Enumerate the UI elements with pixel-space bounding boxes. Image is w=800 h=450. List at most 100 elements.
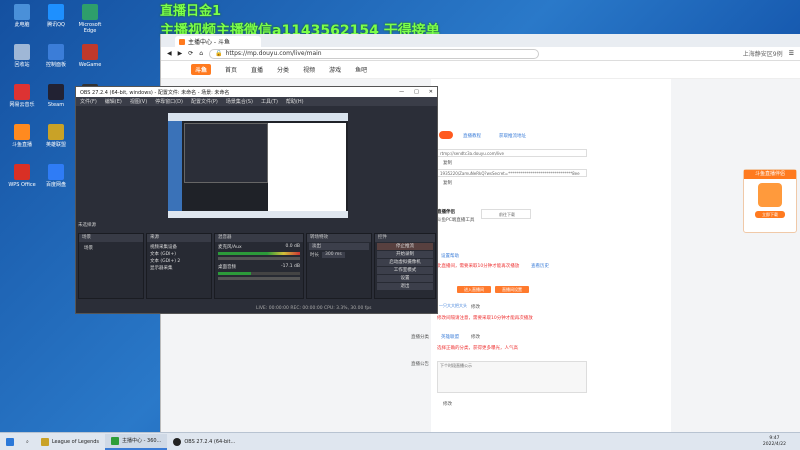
stream-key-field[interactable]: 1935220/ZamuNeRkQ?wsSecret=*************… (437, 169, 587, 177)
desktop-icon[interactable]: 斗鱼直播 (4, 124, 40, 158)
scene-item[interactable]: 场景 (81, 244, 141, 252)
taskbar-app-browser[interactable]: 主播中心 - 360... (105, 433, 168, 450)
menu-scene-collection[interactable]: 场景集合(S) (226, 98, 253, 105)
app-icon (14, 164, 30, 180)
reload-icon[interactable]: ⟳ (188, 50, 193, 57)
obs-preview[interactable] (168, 113, 348, 218)
desktop-icon[interactable]: 控制面板 (38, 44, 74, 78)
studio-mode-button[interactable]: 工作室模式 (377, 267, 433, 274)
modify-notice-button[interactable]: 修改 (443, 401, 452, 407)
maximize-icon[interactable]: □ (414, 89, 419, 95)
enter-room-button[interactable]: 进入直播间 (457, 286, 491, 293)
clock[interactable]: 9:47 2022/4/22 (763, 436, 800, 448)
virtual-camera-button[interactable]: 启动虚拟摄像机 (377, 259, 433, 266)
controls-header: 控件 (375, 234, 435, 242)
taskbar-app-obs[interactable]: OBS 27.2.4 (64-bit... (167, 434, 241, 450)
modify-title-button[interactable]: 修改 (471, 304, 480, 310)
exit-button[interactable]: 退出 (377, 283, 433, 290)
back-icon[interactable]: ◀ (167, 50, 172, 57)
source-item[interactable]: 显示器采集 (150, 265, 208, 272)
source-item[interactable]: 文本 (GDI+) 2 (150, 258, 208, 265)
desktop-icon[interactable]: 腾讯QQ (38, 4, 74, 38)
nav-item[interactable]: 鱼吧 (355, 65, 367, 74)
menu-docks[interactable]: 停靠窗口(D) (155, 98, 183, 105)
app-icon (14, 4, 30, 20)
desktop-icon[interactable]: 英雄联盟 (38, 124, 74, 158)
desktop-icon-label: 英雄联盟 (45, 142, 66, 148)
menu-help[interactable]: 帮助(H) (286, 98, 304, 105)
close-icon[interactable]: ✕ (429, 89, 433, 95)
stream-url-field[interactable]: rtmp://sendtc3a.douyu.com/live (437, 149, 587, 157)
start-button[interactable] (0, 434, 20, 450)
room-settings-button[interactable]: 直播间设置 (495, 286, 529, 293)
app-icon (48, 44, 64, 60)
view-history-link[interactable]: 查看历史 (531, 263, 549, 269)
copy-url-button[interactable]: 复制 (443, 160, 452, 166)
link-get-url[interactable]: 获取推流地址 (499, 133, 526, 139)
home-icon[interactable]: ⌂ (199, 50, 203, 57)
duration-input[interactable]: 300 ms (322, 252, 345, 258)
source-item[interactable]: 文本 (GDI+) (150, 251, 208, 258)
side-ad-button[interactable]: 立即下载 (755, 211, 785, 218)
sources-header: 来源 (147, 234, 211, 242)
menu-profile[interactable]: 配置文件(P) (191, 98, 218, 105)
transition-select[interactable]: 淡出 (309, 243, 369, 250)
side-ad[interactable]: 斗鱼直播伴侣 立即下载 (743, 169, 797, 233)
track-volume-slider[interactable] (218, 277, 300, 280)
warning-text: 此直播间，需要采取10分钟才能再次播放 (437, 264, 520, 269)
nav-item[interactable]: 视频 (303, 65, 315, 74)
desktop-icon-label: Microsoft Edge (78, 22, 102, 34)
taskbar: ⌕ League of Legends 主播中心 - 360... OBS 27… (0, 432, 800, 450)
track-db: 0.0 dB (285, 244, 300, 249)
menu-file[interactable]: 文件(F) (80, 98, 97, 105)
nav-item[interactable]: 首页 (225, 65, 237, 74)
browser-tab-title: 主播中心 - 斗鱼 (188, 39, 230, 46)
desktop-icon[interactable]: WPS Office (4, 164, 40, 198)
menu-tools[interactable]: 工具(T) (261, 98, 278, 105)
url-bar[interactable]: 🔒 https://mp.douyu.com/live/main (209, 48, 540, 59)
taskbar-app-lol[interactable]: League of Legends (35, 434, 105, 450)
forward-icon[interactable]: ▶ (178, 50, 183, 57)
nav-item[interactable]: 直播 (251, 65, 263, 74)
search-button[interactable]: ⌕ (20, 434, 35, 450)
source-item[interactable]: 视频采集设备 (150, 244, 208, 251)
desktop-icon[interactable]: 此电脑 (4, 4, 40, 38)
desktop-icon[interactable]: 网易云音乐 (4, 84, 40, 118)
menu-icon[interactable]: ☰ (789, 50, 794, 57)
live-toggle[interactable] (439, 131, 453, 139)
settings-help-link[interactable]: 设置帮助 (441, 253, 459, 259)
minimize-icon[interactable]: — (399, 89, 404, 95)
scenes-header: 场景 (79, 234, 143, 242)
link-tutorial[interactable]: 直播教程 (463, 133, 481, 139)
settings-button[interactable]: 设置 (377, 275, 433, 282)
desktop-icon[interactable]: Microsoft Edge (72, 4, 108, 38)
track-meter (218, 252, 300, 255)
menu-edit[interactable]: 编辑(E) (105, 98, 122, 105)
desktop-icon[interactable]: Steam (38, 84, 74, 118)
category-value: 英雄联盟 (441, 335, 459, 340)
copy-key-button[interactable]: 复制 (443, 180, 452, 186)
track-volume-slider[interactable] (218, 257, 300, 260)
nav-item[interactable]: 游戏 (329, 65, 341, 74)
browser-tab[interactable]: 主播中心 - 斗鱼 (175, 36, 261, 47)
desktop-icon[interactable]: 回收站 (4, 44, 40, 78)
desktop-icon[interactable]: 百度网盘 (38, 164, 74, 198)
desktop-icon[interactable]: WeGame (72, 44, 108, 78)
nav-item[interactable]: 分类 (277, 65, 289, 74)
douyu-logo[interactable]: 斗鱼 (191, 64, 212, 75)
stop-stream-button[interactable]: 停止推流 (377, 243, 433, 250)
taskbar-label: OBS 27.2.4 (64-bit... (184, 438, 236, 445)
stream-panel: 直播教程 获取推流地址 rtmp://sendtc3a.douyu.com/li… (411, 79, 671, 432)
track-meter (218, 272, 300, 275)
app-icon (82, 4, 98, 20)
scenes-dock: 场景 场景 (78, 233, 144, 299)
download-button[interactable]: 前往下载 (481, 209, 531, 219)
league-icon (40, 437, 49, 446)
lock-icon: 🔒 (215, 50, 223, 57)
menu-view[interactable]: 视图(V) (130, 98, 147, 105)
start-recording-button[interactable]: 开始录制 (377, 251, 433, 258)
modify-category-button[interactable]: 修改 (471, 334, 480, 340)
clock-date: 2022/4/22 (762, 441, 786, 447)
notice-textarea[interactable]: 下个时段直播公示 (437, 361, 587, 393)
obs-titlebar: OBS 27.2.4 (64-bit, windows) - 配置文件: 未命名… (76, 87, 437, 97)
